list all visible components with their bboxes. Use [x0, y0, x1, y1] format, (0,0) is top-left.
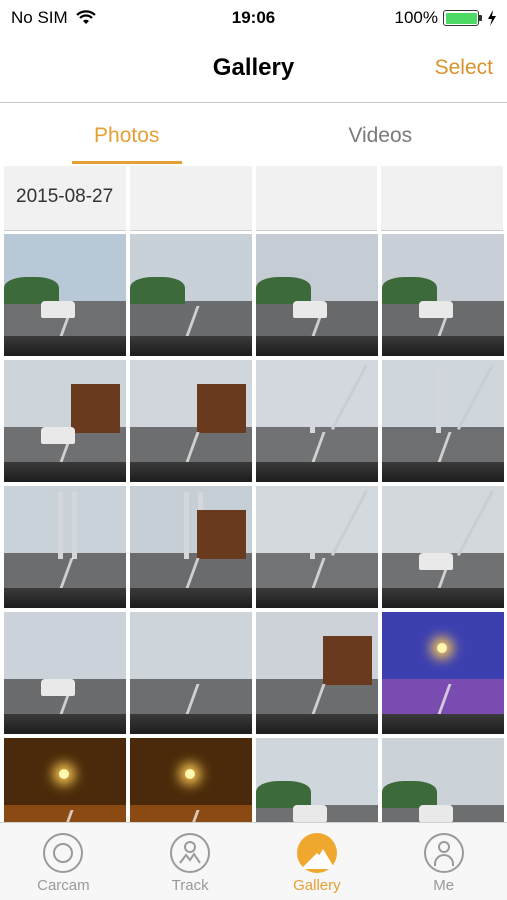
photo-thumbnail[interactable] [382, 612, 504, 734]
photo-thumbnail[interactable] [4, 234, 126, 356]
tab-bar-me[interactable]: Me [380, 823, 507, 900]
date-cell [381, 166, 503, 231]
wifi-icon [75, 10, 96, 24]
nav-bar: Gallery Select [0, 36, 507, 103]
tab-bar-label: Gallery [293, 877, 341, 894]
date-cell [255, 166, 378, 231]
tab-videos-label: Videos [348, 124, 413, 147]
tab-photos[interactable]: Photos [0, 104, 254, 164]
tab-bar-gallery[interactable]: Gallery [254, 823, 381, 900]
date-header: 2015-08-27 [0, 166, 507, 231]
tab-bar-track[interactable]: Track [127, 823, 254, 900]
tab-photos-label: Photos [94, 124, 160, 147]
photo-grid [4, 234, 504, 860]
tab-videos[interactable]: Videos [254, 104, 507, 164]
gallery-icon [296, 833, 337, 873]
photo-thumbnail[interactable] [256, 486, 378, 608]
tab-bar: Carcam Track Gallery Me [0, 822, 507, 900]
track-icon [170, 833, 211, 873]
photo-thumbnail[interactable] [4, 486, 126, 608]
tab-bar-carcam[interactable]: Carcam [0, 823, 127, 900]
person-icon [423, 833, 464, 873]
photo-thumbnail[interactable] [4, 612, 126, 734]
battery-percent: 100% [394, 8, 438, 27]
photo-thumbnail[interactable] [256, 234, 378, 356]
media-tabs: Photos Videos [0, 104, 507, 164]
bolt-icon [488, 10, 496, 26]
tab-bar-label: Me [433, 877, 455, 894]
carrier-label: No SIM [11, 8, 68, 27]
tab-bar-label: Track [171, 877, 209, 894]
battery-icon [443, 10, 482, 26]
tab-active-indicator [72, 161, 182, 164]
photo-thumbnail[interactable] [130, 486, 252, 608]
camera-icon [43, 833, 84, 873]
tab-bar-label: Carcam [37, 877, 90, 894]
status-bar: No SIM 19:06 100% [0, 0, 507, 36]
photo-thumbnail[interactable] [130, 234, 252, 356]
photo-thumbnail[interactable] [130, 360, 252, 482]
select-button[interactable]: Select [435, 56, 493, 80]
page-title: Gallery [212, 54, 295, 81]
photo-thumbnail[interactable] [256, 612, 378, 734]
photo-thumbnail[interactable] [256, 360, 378, 482]
date-label: 2015-08-27 [16, 186, 114, 207]
date-cell [129, 166, 252, 231]
photo-thumbnail[interactable] [130, 612, 252, 734]
photo-thumbnail[interactable] [382, 234, 504, 356]
photo-thumbnail[interactable] [4, 360, 126, 482]
photo-thumbnail[interactable] [382, 360, 504, 482]
photo-thumbnail[interactable] [382, 486, 504, 608]
